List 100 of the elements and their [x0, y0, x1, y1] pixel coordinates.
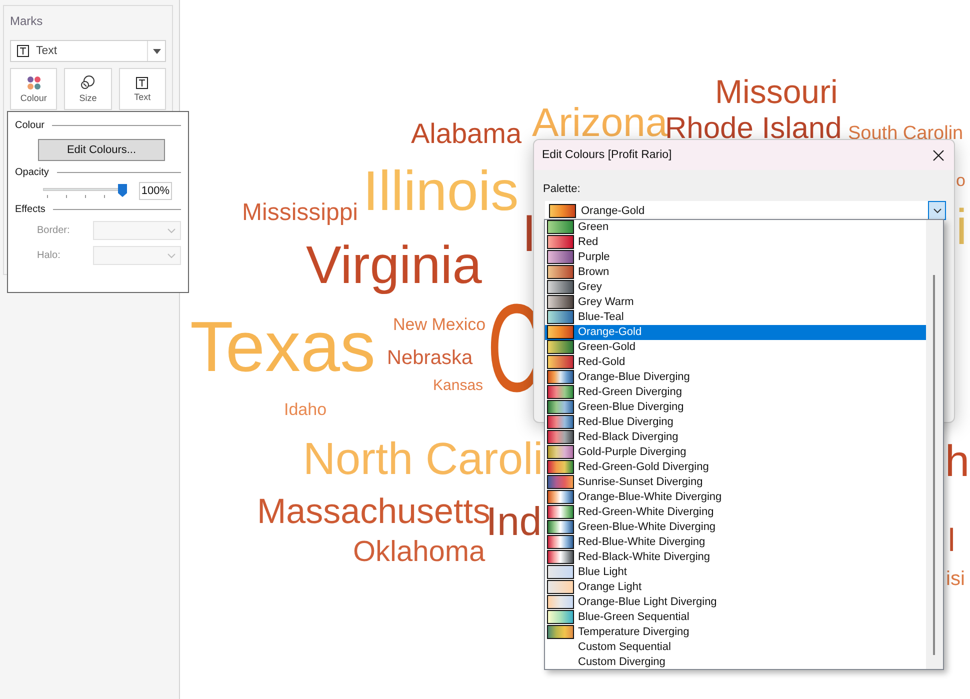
- close-button[interactable]: [931, 148, 946, 162]
- section-heading: Effects: [15, 204, 46, 215]
- text-mark-icon: [136, 76, 148, 88]
- palette-option[interactable]: Red-Black Diverging: [545, 430, 926, 445]
- dialog-title: Edit Colours [Profit Rario]: [542, 149, 672, 161]
- close-icon: [933, 150, 944, 160]
- palette-option[interactable]: Orange-Gold: [545, 324, 926, 340]
- palette-swatch: [547, 250, 574, 264]
- state-word: I: [522, 208, 536, 260]
- field-label: Border:: [37, 225, 70, 236]
- palette-swatch: [547, 370, 574, 384]
- palette-swatch: [547, 265, 574, 280]
- state-word: South Carolin: [848, 124, 964, 143]
- palette-option[interactable]: Grey Warm: [545, 294, 926, 310]
- palette-swatch: [547, 624, 574, 639]
- palette-option[interactable]: Green-Gold: [545, 340, 926, 355]
- palette-dropdown[interactable]: Orange-Gold: [545, 201, 946, 220]
- palette-swatch: [547, 340, 574, 354]
- palette-option[interactable]: Blue-Green Sequential: [545, 609, 926, 624]
- palette-option[interactable]: Red-Blue Diverging: [545, 414, 926, 430]
- palette-option[interactable]: Custom Sequential: [545, 639, 926, 654]
- state-word: Arizona: [532, 103, 668, 143]
- slider-thumb[interactable]: [118, 184, 127, 197]
- palette-swatch: [547, 594, 574, 609]
- palette-option[interactable]: Grey: [545, 280, 926, 295]
- opacity-field[interactable]: 100%: [139, 182, 172, 200]
- colour-mark-button[interactable]: Colour: [10, 68, 58, 110]
- palette-option[interactable]: Red-Green-Gold Diverging: [545, 460, 926, 474]
- palette-swatch: [547, 400, 574, 414]
- state-word: Virginia: [306, 239, 482, 292]
- palette-swatch: [547, 474, 574, 489]
- palette-swatch: [547, 220, 574, 234]
- palette-swatch: [547, 534, 574, 549]
- size-mark-button[interactable]: Size: [64, 68, 112, 110]
- chevron-down-icon: [167, 228, 176, 234]
- chevron-down-icon: [167, 252, 176, 258]
- palette-swatch: [547, 295, 574, 310]
- palette-option[interactable]: Blue Light: [545, 564, 926, 580]
- palette-option[interactable]: Blue-Teal: [545, 310, 926, 325]
- palette-option[interactable]: Green: [545, 220, 926, 235]
- state-word: Mississippi: [242, 201, 358, 225]
- text-mark-button[interactable]: Text: [118, 68, 166, 110]
- palette-swatch: [547, 610, 574, 624]
- state-word: h: [945, 440, 970, 484]
- palette-option[interactable]: Purple: [545, 250, 926, 265]
- palette-option[interactable]: Red-Green-White Diverging: [545, 504, 926, 520]
- palette-option[interactable]: Brown: [545, 264, 926, 280]
- palette-option[interactable]: Green-Blue Diverging: [545, 400, 926, 415]
- palette-option[interactable]: Red: [545, 234, 926, 250]
- state-word: Idaho: [284, 401, 327, 418]
- palette-swatch: [547, 550, 574, 564]
- state-word: Nebraska: [387, 348, 473, 368]
- state-word: New Mexico: [393, 316, 486, 333]
- colour-dots-icon: [26, 76, 41, 90]
- field-label: Halo:: [37, 250, 60, 261]
- palette-swatch: [549, 204, 576, 218]
- palette-option[interactable]: Red-Gold: [545, 354, 926, 370]
- state-word: isi: [946, 569, 965, 589]
- palette-swatch: [547, 280, 574, 294]
- palette-option[interactable]: Sunrise-Sunset Diverging: [545, 474, 926, 490]
- state-word: i: [956, 202, 968, 252]
- palette-option[interactable]: Orange-Blue Light Diverging: [545, 594, 926, 610]
- palette-option[interactable]: Green-Blue-White Diverging: [545, 519, 926, 534]
- palette-swatch: [547, 430, 574, 444]
- chevron-down-icon: [932, 208, 942, 214]
- edit-colours-button[interactable]: Edit Colours...: [38, 139, 165, 161]
- palette-swatch: [547, 460, 574, 474]
- palette-swatch: [547, 235, 574, 250]
- palette-option[interactable]: Temperature Diverging: [545, 624, 926, 640]
- palette-option[interactable]: Red-Green Diverging: [545, 384, 926, 400]
- palette-swatch: [547, 504, 574, 519]
- state-word: Texas: [190, 312, 376, 383]
- palette-swatch: [547, 520, 574, 534]
- palette-option[interactable]: Red-Blue-White Diverging: [545, 534, 926, 550]
- state-word: Alabama: [411, 120, 522, 148]
- palette-swatch: [547, 355, 574, 370]
- palette-label: Palette:: [543, 183, 580, 195]
- palette-option[interactable]: Orange-Blue Diverging: [545, 370, 926, 385]
- state-word: o: [956, 172, 966, 189]
- palette-option[interactable]: Orange-Blue-White Diverging: [545, 489, 926, 504]
- state-word: Illinois: [363, 163, 519, 219]
- section-heading: Opacity: [15, 167, 49, 178]
- mark-type-dropdown[interactable]: Text: [10, 40, 166, 62]
- caret-icon: [152, 48, 160, 54]
- palette-swatch: [547, 490, 574, 504]
- state-word: Missouri: [715, 75, 838, 108]
- state-word: North Caroli: [303, 436, 544, 481]
- palette-swatch: [547, 310, 574, 324]
- palette-option[interactable]: Gold-Purple Diverging: [545, 444, 926, 460]
- scrollbar[interactable]: [926, 220, 943, 669]
- palette-swatch: [547, 564, 574, 579]
- section-heading: Colour: [15, 120, 44, 131]
- palette-swatch: [547, 415, 574, 430]
- opacity-slider[interactable]: [43, 184, 127, 198]
- size-circles-icon: [80, 75, 96, 90]
- palette-swatch: [547, 445, 574, 460]
- palette-option[interactable]: Custom Diverging: [545, 654, 926, 670]
- state-word: Oklahoma: [353, 538, 486, 567]
- palette-option[interactable]: Orange Light: [545, 579, 926, 594]
- palette-option[interactable]: Red-Black-White Diverging: [545, 549, 926, 564]
